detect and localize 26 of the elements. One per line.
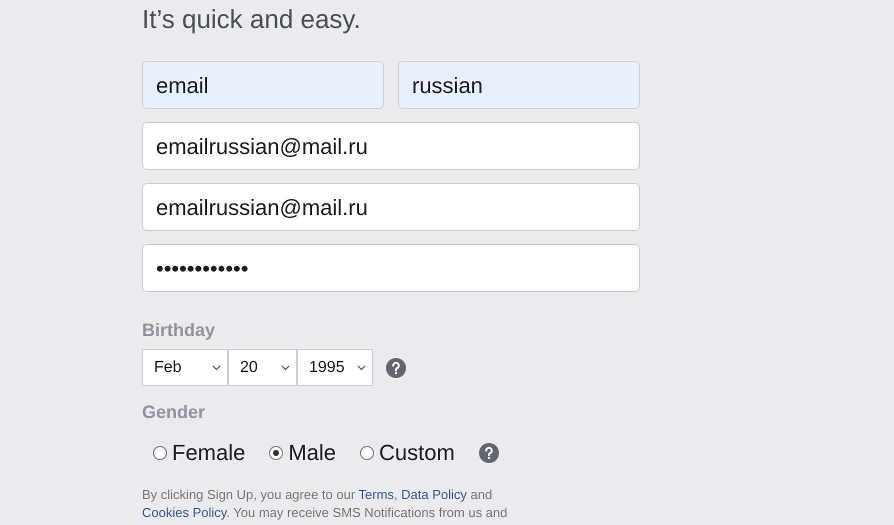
chevron-icon [281, 364, 290, 370]
radio-label[interactable]: Female [172, 440, 246, 466]
input-field[interactable]: emailrussian@mail.ru [142, 122, 640, 170]
chevron-icon [212, 364, 221, 370]
dropdown[interactable]: 1995 [297, 349, 373, 386]
help-icon[interactable] [478, 443, 499, 463]
policy-link[interactable]: Data Policy [401, 487, 467, 502]
input-field[interactable]: russian [398, 61, 640, 109]
birthday-label: Birthday [142, 319, 216, 342]
subtitle: It’s quick and easy. [142, 3, 362, 36]
radio-label[interactable]: Custom [379, 440, 455, 466]
dropdown[interactable]: Feb [142, 349, 228, 386]
chevron-icon [357, 364, 366, 370]
help-icon[interactable] [386, 358, 406, 378]
policy-link[interactable]: Cookies Policy [142, 505, 226, 520]
input-field[interactable]: •••••••••••• [142, 244, 640, 292]
legal-notice: By clicking Sign Up, you agree to our Terms, Data Policy and Cookies Policy. You may receive SMS Notifications from us and [142, 486, 508, 522]
dropdown[interactable]: 20 [228, 349, 297, 386]
gender-label: Gender [142, 401, 206, 424]
radio-button[interactable] [153, 446, 167, 460]
radio-button[interactable] [269, 446, 284, 460]
radio-label[interactable]: Male [288, 440, 336, 466]
input-field[interactable]: email [142, 61, 384, 109]
policy-link[interactable]: Terms [358, 487, 394, 502]
input-field[interactable]: emailrussian@mail.ru [142, 183, 640, 231]
radio-button[interactable] [360, 446, 374, 460]
